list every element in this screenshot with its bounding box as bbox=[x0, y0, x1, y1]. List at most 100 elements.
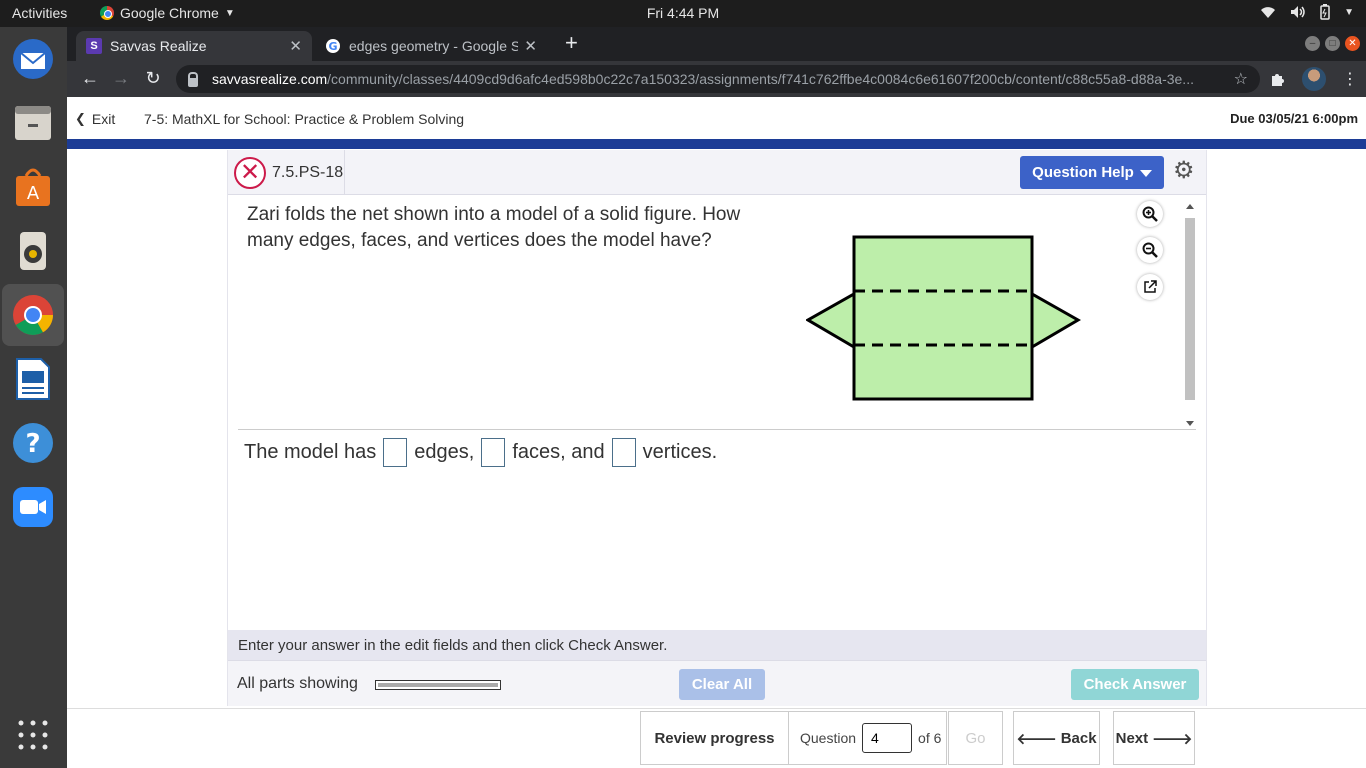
forward-arrow-icon[interactable]: → bbox=[110, 68, 132, 89]
wifi-icon bbox=[1261, 7, 1276, 18]
window-controls: – □ ✕ bbox=[1305, 36, 1360, 51]
question-header: ✕ 7.5.PS-18 Question Help ⚙ bbox=[228, 150, 1206, 195]
go-button[interactable]: Go bbox=[948, 711, 1003, 765]
activities-button[interactable]: Activities bbox=[12, 5, 67, 21]
question-id-area: ✕ 7.5.PS-18 bbox=[228, 150, 345, 195]
vertices-label: vertices. bbox=[642, 440, 718, 463]
net-figure bbox=[806, 235, 1082, 401]
app-menu-label: Google Chrome bbox=[120, 5, 219, 21]
profile-avatar[interactable] bbox=[1302, 67, 1326, 91]
question-panel: ✕ 7.5.PS-18 Question Help ⚙ Zari folds t… bbox=[227, 150, 1207, 706]
question-help-button[interactable]: Question Help bbox=[1020, 156, 1164, 189]
kebab-menu-icon[interactable]: ⋮ bbox=[1342, 69, 1358, 89]
chevron-down-icon: ▼ bbox=[1344, 6, 1354, 18]
reload-icon[interactable]: ↻ bbox=[142, 68, 164, 89]
svg-text:?: ? bbox=[25, 429, 40, 459]
scroll-down-icon[interactable] bbox=[1186, 421, 1194, 426]
app-menu[interactable]: Google Chrome ▼ bbox=[100, 5, 235, 21]
divider bbox=[238, 429, 1196, 430]
rhythmbox-icon[interactable] bbox=[9, 227, 57, 275]
incorrect-x-icon: ✕ bbox=[234, 156, 266, 189]
assignment-title: 7-5: MathXL for School: Practice & Probl… bbox=[144, 111, 465, 127]
tab-savvas-realize[interactable]: S Savvas Realize ✕ bbox=[76, 31, 312, 61]
scroll-thumb[interactable] bbox=[1185, 218, 1195, 400]
faces-input[interactable] bbox=[481, 437, 506, 467]
tab-google-search[interactable]: G edges geometry - Google S ✕ bbox=[315, 31, 547, 61]
maximize-icon[interactable]: □ bbox=[1325, 36, 1340, 51]
answer-sentence: The model has edges, faces, and vertices… bbox=[244, 437, 717, 467]
edges-label: edges, bbox=[414, 440, 475, 463]
minimize-icon[interactable]: – bbox=[1305, 36, 1320, 51]
arrow-right-icon: 🡒 bbox=[1152, 730, 1193, 748]
header-accent-bar bbox=[67, 139, 1366, 149]
lock-icon[interactable] bbox=[188, 71, 198, 87]
browser-toolbar: ← → ↻ savvasrealize.com/community/classe… bbox=[67, 61, 1366, 97]
close-tab-icon[interactable]: ✕ bbox=[289, 37, 302, 55]
zoom-out-icon bbox=[1142, 242, 1158, 258]
app-grid-icon[interactable] bbox=[9, 711, 57, 759]
tab-title: edges geometry - Google S bbox=[349, 38, 519, 54]
software-center-icon[interactable]: A bbox=[9, 163, 57, 211]
vertices-input[interactable] bbox=[611, 437, 636, 467]
back-label: Back bbox=[1060, 729, 1097, 747]
all-parts-label: All parts showing bbox=[237, 675, 358, 692]
writer-icon[interactable] bbox=[9, 355, 57, 403]
exit-button[interactable]: ❮ Exit bbox=[75, 111, 115, 127]
chevron-left-icon: ❮ bbox=[75, 111, 86, 126]
chevron-down-icon: ▼ bbox=[224, 7, 235, 19]
question-jump: Question of 6 bbox=[789, 711, 947, 765]
question-text: Zari folds the net shown into a model of… bbox=[247, 204, 741, 251]
back-arrow-icon[interactable]: ← bbox=[79, 68, 101, 89]
tab-strip: S Savvas Realize ✕ G edges geometry - Go… bbox=[67, 27, 1366, 61]
question-label: Question bbox=[800, 730, 857, 746]
popout-button[interactable] bbox=[1137, 274, 1163, 300]
review-progress-button[interactable]: Review progress bbox=[640, 711, 789, 765]
gear-icon[interactable]: ⚙ bbox=[1173, 159, 1195, 183]
question-id: 7.5.PS-18 bbox=[272, 163, 344, 181]
close-window-icon[interactable]: ✕ bbox=[1345, 36, 1360, 51]
system-top-bar: Activities Google Chrome ▼ Fri 4:44 PM ▼ bbox=[0, 0, 1366, 27]
google-favicon-icon: G bbox=[326, 39, 340, 53]
question-navigation: Review progress Question of 6 Go 🡐 Back … bbox=[67, 708, 1366, 768]
question-number-input[interactable] bbox=[862, 723, 913, 753]
thunderbird-icon[interactable] bbox=[9, 35, 57, 83]
external-link-icon bbox=[1144, 280, 1157, 293]
question-scrollbar[interactable] bbox=[1184, 202, 1196, 428]
instructions: Enter your answer in the edit fields and… bbox=[228, 630, 1206, 660]
next-button[interactable]: Next 🡒 bbox=[1113, 711, 1195, 765]
clear-all-button[interactable]: Clear All bbox=[679, 669, 765, 700]
close-tab-icon[interactable]: ✕ bbox=[524, 37, 537, 55]
svg-text:G: G bbox=[328, 40, 337, 53]
check-answer-button[interactable]: Check Answer bbox=[1071, 669, 1199, 700]
chrome-icon[interactable] bbox=[2, 284, 64, 346]
volume-icon bbox=[1291, 6, 1305, 18]
scroll-up-icon[interactable] bbox=[1186, 204, 1194, 209]
clock[interactable]: Fri 4:44 PM bbox=[647, 5, 719, 21]
zoom-icon[interactable] bbox=[9, 483, 57, 531]
zoom-in-button[interactable] bbox=[1137, 201, 1163, 227]
help-icon[interactable]: ? bbox=[9, 419, 57, 467]
caret-down-icon bbox=[1139, 170, 1152, 177]
system-tray[interactable]: ▼ bbox=[1260, 4, 1354, 20]
edges-input[interactable] bbox=[383, 437, 408, 467]
savvas-favicon-icon: S bbox=[86, 38, 102, 54]
back-button[interactable]: 🡐 Back bbox=[1013, 711, 1100, 765]
exit-label: Exit bbox=[91, 111, 116, 127]
of-total-label: of 6 bbox=[918, 730, 942, 746]
answer-prefix: The model has bbox=[244, 440, 377, 463]
faces-label: faces, and bbox=[512, 440, 605, 463]
url-text: savvasrealize.com/community/classes/4409… bbox=[212, 71, 1194, 87]
due-date: Due 03/05/21 6:00pm bbox=[1230, 111, 1358, 126]
next-label: Next bbox=[1115, 729, 1149, 747]
new-tab-icon[interactable]: + bbox=[565, 32, 578, 54]
parts-progress-bar bbox=[375, 680, 501, 690]
answer-toolbar: All parts showing Clear All Check Answer bbox=[228, 660, 1206, 706]
arrow-left-icon: 🡐 bbox=[1016, 730, 1057, 748]
address-bar[interactable]: savvasrealize.com/community/classes/4409… bbox=[176, 65, 1260, 93]
zoom-out-button[interactable] bbox=[1137, 237, 1163, 263]
extensions-puzzle-icon[interactable] bbox=[1270, 71, 1286, 87]
bookmark-star-icon[interactable]: ☆ bbox=[1234, 69, 1248, 89]
files-icon[interactable] bbox=[9, 99, 57, 147]
tab-title: Savvas Realize bbox=[110, 38, 207, 54]
question-help-label: Question Help bbox=[1032, 164, 1134, 181]
